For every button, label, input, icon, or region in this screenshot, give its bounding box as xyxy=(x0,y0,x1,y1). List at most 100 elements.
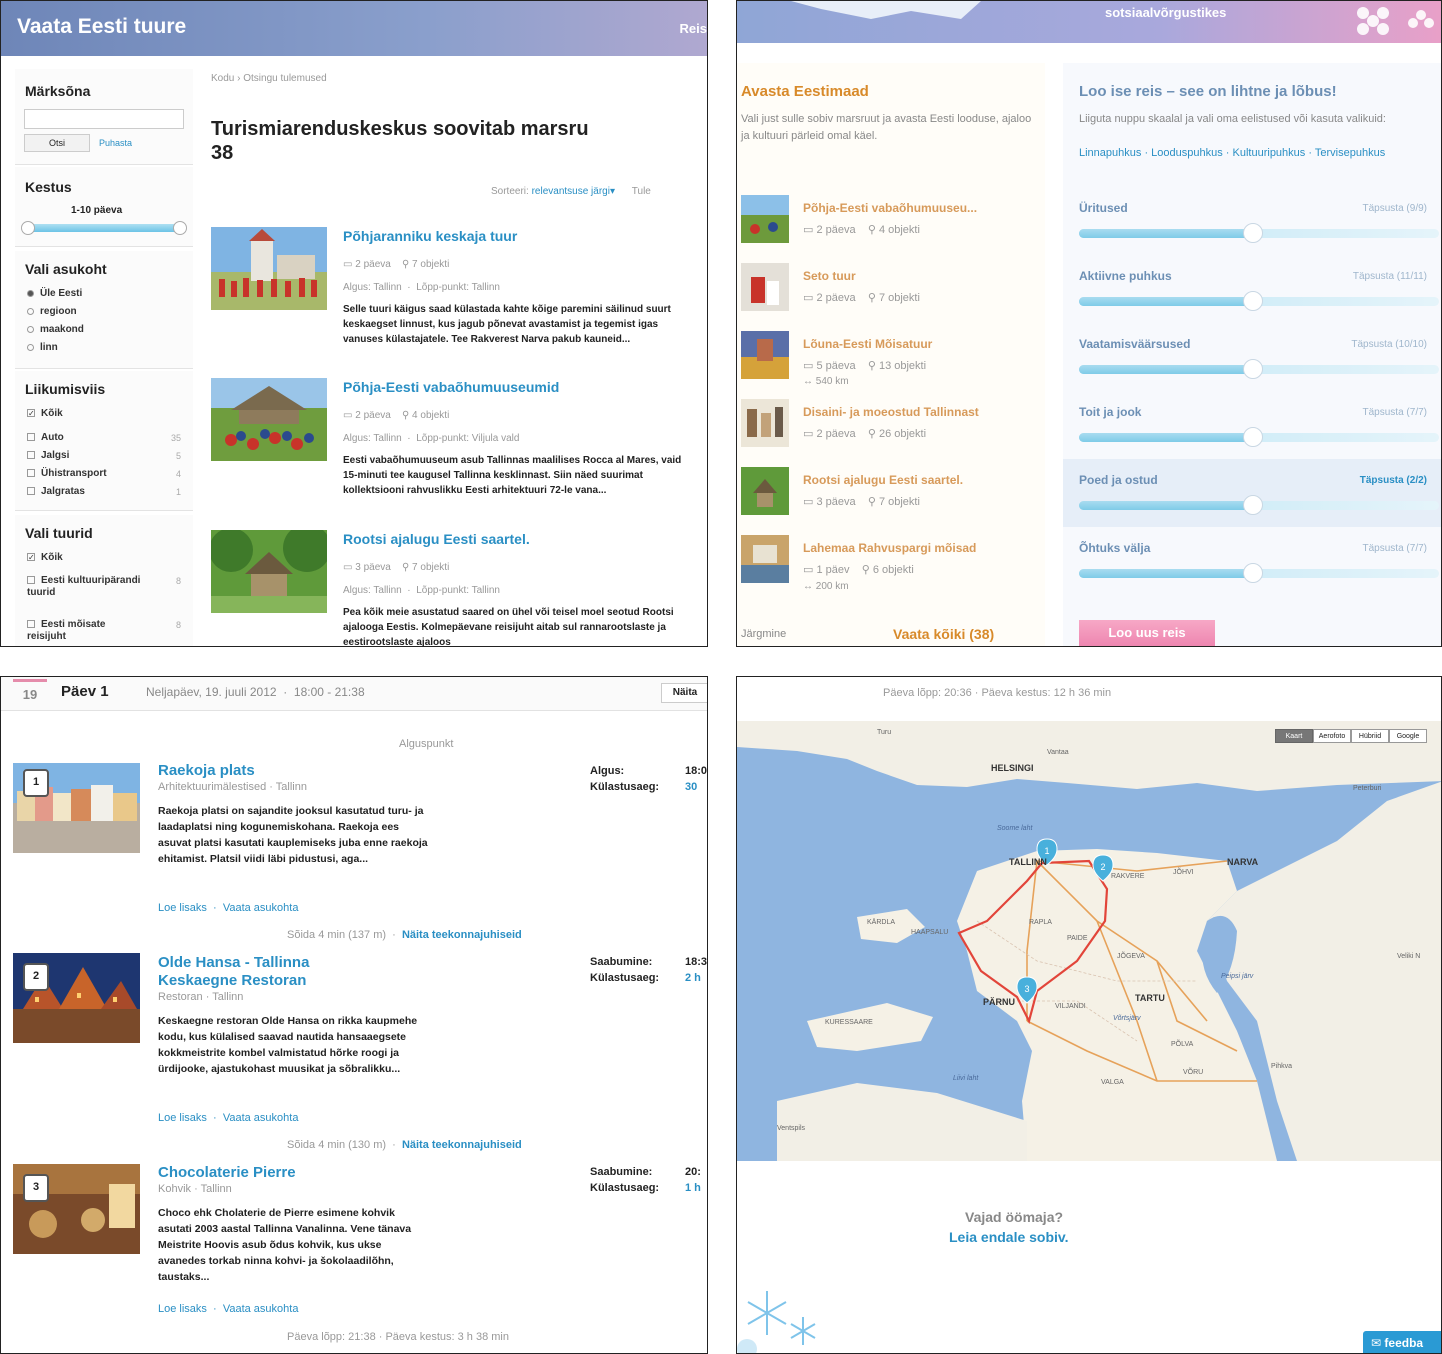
location-option[interactable]: linn xyxy=(27,342,58,353)
tour-distance: ↔ 200 km xyxy=(803,581,849,592)
read-more-link[interactable]: Loe lisaks xyxy=(158,1112,207,1124)
poi-title-link[interactable]: Chocolaterie Pierre xyxy=(158,1164,296,1182)
transport-option[interactable]: Auto xyxy=(27,432,64,443)
breadcrumb-home[interactable]: Kodu xyxy=(211,73,234,84)
map-type-hybrid[interactable]: Hübriid xyxy=(1351,729,1389,743)
breadcrumb-current: Otsingu tulemused xyxy=(243,73,327,84)
tour-title-link[interactable]: Põhja-Eesti vabaõhumuuseu... xyxy=(803,201,977,215)
poi-description: Choco ehk Cholaterie de Pierre esimene k… xyxy=(158,1207,412,1283)
tour-image[interactable] xyxy=(211,530,327,613)
tour-start-end: Algus: Tallinn · Lõpp-punkt: Tallinn xyxy=(343,585,500,596)
tour-title-link[interactable]: Põhjaranniku keskaja tuur xyxy=(343,228,517,244)
search-button[interactable]: Otsi xyxy=(24,134,90,152)
see-all-link[interactable]: Vaata kõiki (38) xyxy=(893,626,994,642)
tour-image[interactable] xyxy=(211,227,327,310)
category-slider-fill xyxy=(1079,297,1253,306)
tour-thumbnail[interactable] xyxy=(741,331,789,379)
tour-title-link[interactable]: Rootsi ajalugu Eesti saartel. xyxy=(343,531,530,547)
location-option[interactable]: Üle Eesti xyxy=(27,288,82,299)
quick-link-nature[interactable]: Looduspuhkus xyxy=(1151,147,1223,159)
category-refine-link[interactable]: Täpsusta (9/9) xyxy=(1363,203,1427,214)
directions-link[interactable]: Näita teekonnajuhiseid xyxy=(402,929,522,941)
category-slider-handle[interactable] xyxy=(1243,291,1263,311)
tour-title-link[interactable]: Rootsi ajalugu Eesti saartel. xyxy=(803,473,963,487)
keyword-input[interactable] xyxy=(24,109,184,129)
tour-option[interactable]: ✓ Kõik xyxy=(27,552,63,563)
nav-reis-link[interactable]: Reis xyxy=(680,21,707,36)
quick-link-city[interactable]: Linnapuhkus xyxy=(1079,147,1141,159)
read-more-link[interactable]: Loe lisaks xyxy=(158,1303,207,1315)
category-refine-link[interactable]: Täpsusta (7/7) xyxy=(1363,543,1427,554)
map-type-aerial[interactable]: Aerofoto xyxy=(1313,729,1351,743)
create-trip-description: Liiguta nuppu skaalal ja vali oma eelist… xyxy=(1079,113,1386,125)
category-slider-handle[interactable] xyxy=(1243,495,1263,515)
tour-description: Pea kõik meie asustatud saared on ühel v… xyxy=(343,607,674,647)
location-option[interactable]: maakond xyxy=(27,324,84,335)
create-trip-button[interactable]: Loo uus reis xyxy=(1079,620,1215,646)
transport-option[interactable]: Ühistransport xyxy=(27,468,107,479)
duration-max-handle[interactable] xyxy=(173,221,187,235)
start-point-label: Alguspunkt xyxy=(399,738,454,750)
transport-option[interactable]: ✓ Kõik xyxy=(27,408,63,419)
tour-meta: ▭ 2 päeva ⚲ 26 objekti xyxy=(803,428,927,440)
tour-thumbnail[interactable] xyxy=(741,467,789,515)
next-link[interactable]: Järgmine xyxy=(741,628,786,640)
tour-title-link[interactable]: Lahemaa Rahvuspargi mõisad xyxy=(803,541,976,555)
see-location-link[interactable]: Vaata asukohta xyxy=(223,1112,299,1124)
category-slider-handle[interactable] xyxy=(1243,427,1263,447)
directions-link[interactable]: Näita teekonnajuhiseid xyxy=(402,1139,522,1151)
map-place-label: RAKVERE xyxy=(1111,873,1145,880)
duration-slider[interactable] xyxy=(25,224,183,232)
tour-title-link[interactable]: Põhja-Eesti vabaõhumuuseumid xyxy=(343,379,559,395)
tour-image[interactable] xyxy=(211,378,327,461)
category-slider-handle[interactable] xyxy=(1243,223,1263,243)
tour-title-link[interactable]: Seto tuur xyxy=(803,269,856,283)
map-place-label: Peterburi xyxy=(1353,785,1382,792)
location-option[interactable]: regioon xyxy=(27,306,77,317)
tour-meta: ▭ 1 päev ⚲ 6 objekti xyxy=(803,564,914,576)
tour-title-link[interactable]: Disaini- ja moeostud Tallinnast xyxy=(803,405,979,419)
discover-title: Avasta Eestimaad xyxy=(741,83,869,100)
transport-option[interactable]: Jalgsi xyxy=(27,450,69,461)
category-slider-fill xyxy=(1079,433,1253,442)
tour-meta: ▭ 3 päeva ⚲ 7 objekti xyxy=(343,562,450,573)
map-type-google[interactable]: Google xyxy=(1389,729,1427,743)
tour-thumbnail[interactable] xyxy=(741,195,789,243)
option-count: 8 xyxy=(175,576,181,586)
tour-thumbnail[interactable] xyxy=(741,535,789,583)
tour-title-link[interactable]: Lõuna-Eesti Mõisatuur xyxy=(803,337,932,351)
poi-title-link[interactable]: Raekoja plats xyxy=(158,762,255,780)
transport-option[interactable]: Jalgratas xyxy=(27,486,85,497)
route-map[interactable]: 1 2 3 xyxy=(737,721,1442,1161)
route-map-screen: Päeva lõpp: 20:36 · Päeva kestus: 12 h 3… xyxy=(736,676,1442,1354)
clear-link[interactable]: Puhasta xyxy=(99,138,132,148)
quick-link-health[interactable]: Tervisepuhkus xyxy=(1315,147,1385,159)
sort-dropdown[interactable]: relevantsuse järgi xyxy=(532,186,610,197)
category-refine-link[interactable]: Täpsusta (2/2) xyxy=(1360,475,1427,486)
show-button[interactable]: Näita xyxy=(661,683,707,703)
category-refine-link[interactable]: Täpsusta (7/7) xyxy=(1363,407,1427,418)
map-sea-label: Soome laht xyxy=(997,825,1033,832)
category-slider-handle[interactable] xyxy=(1243,359,1263,379)
see-location-link[interactable]: Vaata asukohta xyxy=(223,902,299,914)
duration-min-handle[interactable] xyxy=(21,221,35,235)
quick-link-culture[interactable]: Kultuuripuhkus xyxy=(1233,147,1306,159)
read-more-link[interactable]: Loe lisaks xyxy=(158,902,207,914)
tour-thumbnail[interactable] xyxy=(741,263,789,311)
map-city-label: HELSINGI xyxy=(991,763,1034,773)
category-refine-link[interactable]: Täpsusta (10/10) xyxy=(1351,339,1427,350)
see-location-link[interactable]: Vaata asukohta xyxy=(223,1303,299,1315)
map-type-map[interactable]: Kaart xyxy=(1275,729,1313,743)
category-slider-handle[interactable] xyxy=(1243,563,1263,583)
feedback-button[interactable]: ✉ feedba xyxy=(1363,1331,1441,1353)
find-lodging-link[interactable]: Leia endale sobiv. xyxy=(949,1229,1069,1245)
transport-heading: Liikumisviis xyxy=(25,381,106,397)
poi-title-link[interactable]: Olde Hansa - Tallinna Keskaegne Restoran xyxy=(158,954,309,990)
tour-option[interactable]: Eesti kultuuripärandi tuurid xyxy=(27,575,147,599)
tour-option[interactable]: Eesti mõisate reisijuht xyxy=(27,619,147,643)
poi-time-values: 18:0 30 xyxy=(685,765,708,793)
category-refine-link[interactable]: Täpsusta (11/11) xyxy=(1353,271,1427,282)
tour-thumbnail[interactable] xyxy=(741,399,789,447)
social-banner-text[interactable]: sotsiaalvõrgustikes xyxy=(1105,5,1226,20)
map-place-label: VILJANDI xyxy=(1055,1003,1086,1010)
